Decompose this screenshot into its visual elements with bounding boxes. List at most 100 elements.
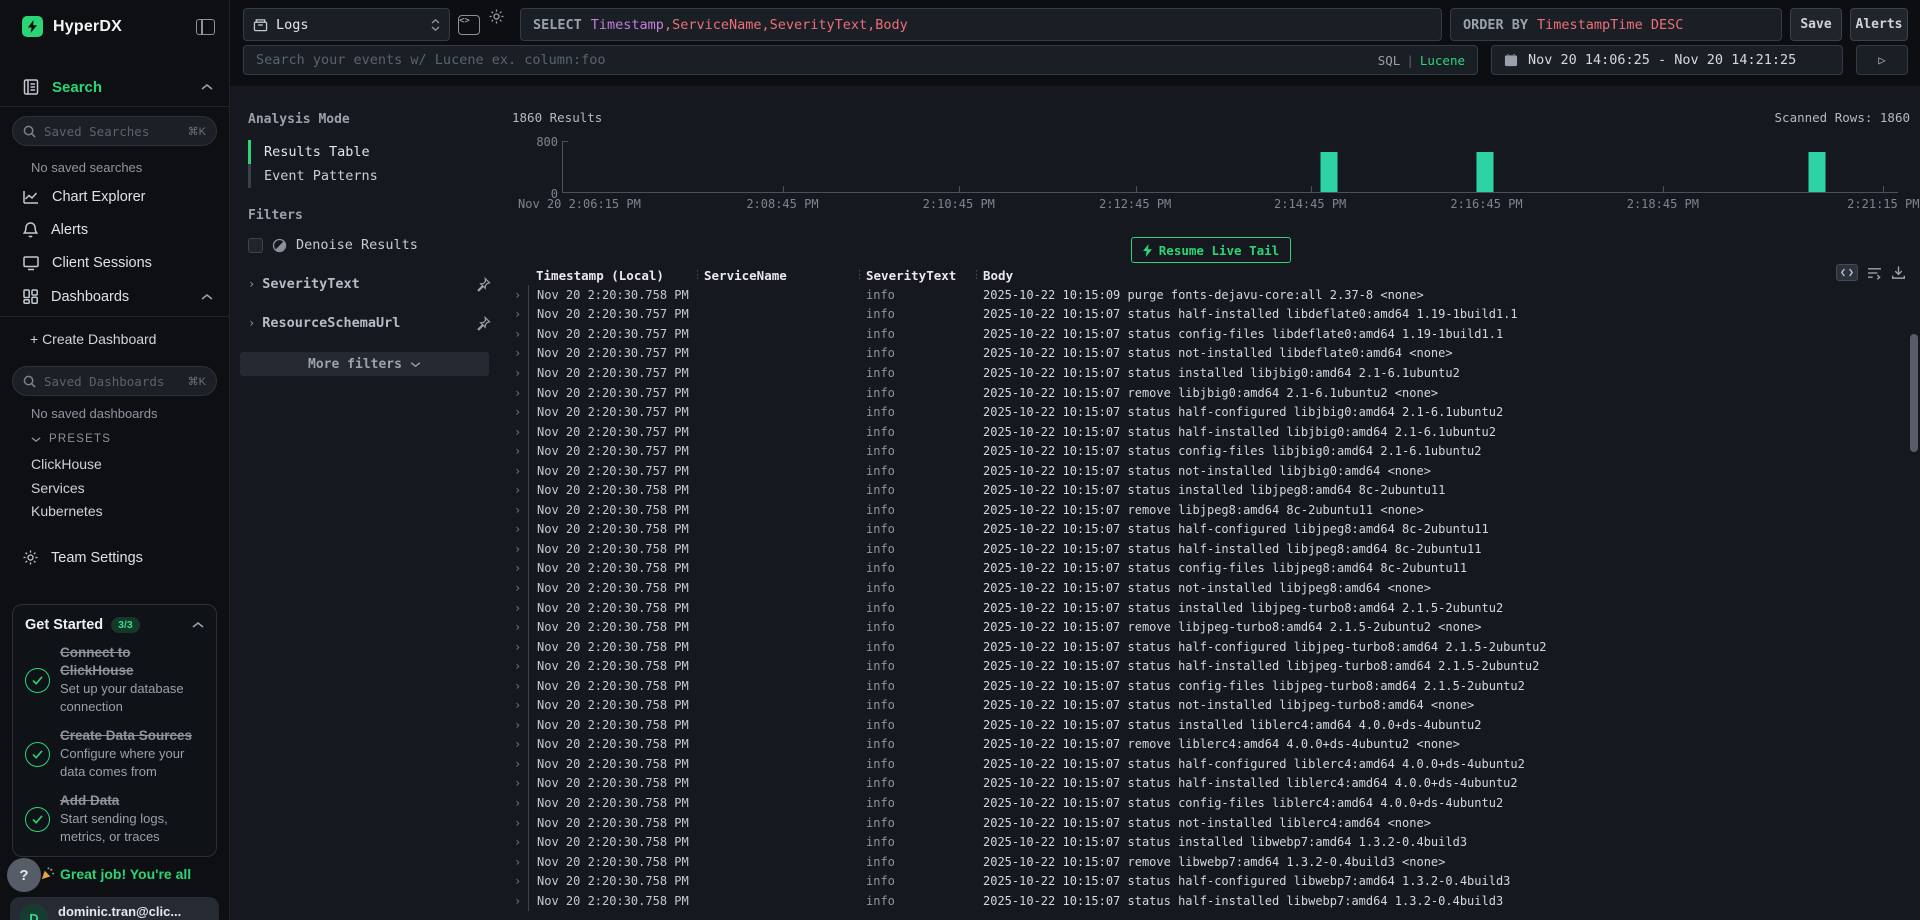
pin-icon[interactable] [476, 277, 491, 292]
table-row[interactable]: ›Nov 20 2:20:30.758 PMinfo2025-10-22 10:… [512, 813, 1910, 833]
row-expand-icon[interactable]: › [512, 679, 528, 693]
histogram-bar[interactable] [1321, 152, 1338, 192]
help-button[interactable]: ? [7, 858, 41, 892]
row-expand-icon[interactable]: › [512, 561, 528, 575]
table-row[interactable]: ›Nov 20 2:20:30.758 PMinfo2025-10-22 10:… [512, 891, 1910, 911]
more-filters-button[interactable]: More filters [240, 352, 489, 376]
histogram-bar[interactable] [1477, 152, 1494, 192]
user-menu[interactable]: D dominic.tran@clic... dominic.tran@clic… [10, 897, 219, 920]
preset-item-kubernetes[interactable]: Kubernetes [31, 500, 103, 524]
table-row[interactable]: ›Nov 20 2:20:30.758 PMinfo2025-10-22 10:… [512, 656, 1910, 676]
pin-icon[interactable] [476, 316, 491, 331]
event-search-input[interactable]: Search your events w/ Lucene ex. column:… [243, 45, 1478, 75]
chart-plot-area[interactable] [562, 141, 1898, 193]
table-row[interactable]: ›Nov 20 2:20:30.758 PMinfo2025-10-22 10:… [512, 871, 1910, 891]
row-expand-icon[interactable]: › [512, 503, 528, 517]
sidebar-collapse-icon[interactable] [196, 19, 215, 35]
preset-item-clickhouse[interactable]: ClickHouse [31, 453, 103, 477]
table-row[interactable]: ›Nov 20 2:20:30.757 PMinfo2025-10-22 10:… [512, 383, 1910, 403]
column-header-servicename[interactable]: ⋮ServiceName [698, 268, 860, 283]
table-row[interactable]: ›Nov 20 2:20:30.757 PMinfo2025-10-22 10:… [512, 363, 1910, 383]
table-row[interactable]: ›Nov 20 2:20:30.757 PMinfo2025-10-22 10:… [512, 422, 1910, 442]
download-icon[interactable] [1891, 265, 1906, 280]
row-expand-icon[interactable]: › [512, 796, 528, 810]
sql-editor-toggle-icon[interactable]: <> [458, 15, 480, 35]
table-row[interactable]: ›Nov 20 2:20:30.757 PMinfo2025-10-22 10:… [512, 402, 1910, 422]
sidebar-item-client-sessions[interactable]: Client Sessions [22, 254, 213, 271]
table-row[interactable]: ›Nov 20 2:20:30.758 PMinfo2025-10-22 10:… [512, 480, 1910, 500]
column-grip-icon[interactable]: ⋮ [692, 268, 703, 281]
sidebar-item-alerts[interactable]: Alerts [22, 221, 213, 239]
chevron-up-icon[interactable] [192, 621, 204, 629]
saved-dashboards-input[interactable]: Saved Dashboards ⌘K [12, 366, 217, 396]
chevron-up-icon[interactable] [201, 293, 213, 301]
table-row[interactable]: ›Nov 20 2:20:30.758 PMinfo2025-10-22 10:… [512, 754, 1910, 774]
sidebar-item-dashboards[interactable]: Dashboards [22, 288, 213, 305]
table-row[interactable]: ›Nov 20 2:20:30.758 PMinfo2025-10-22 10:… [512, 285, 1910, 305]
row-expand-icon[interactable]: › [512, 288, 528, 302]
row-expand-icon[interactable]: › [512, 366, 528, 380]
row-expand-icon[interactable]: › [512, 522, 528, 536]
row-expand-icon[interactable]: › [512, 835, 528, 849]
row-expand-icon[interactable]: › [512, 718, 528, 732]
row-expand-icon[interactable]: › [512, 386, 528, 400]
row-expand-icon[interactable]: › [512, 425, 528, 439]
presets-toggle[interactable]: PRESETS [31, 433, 111, 445]
row-expand-icon[interactable]: › [512, 737, 528, 751]
language-sql[interactable]: SQL [1378, 53, 1401, 68]
row-expand-icon[interactable]: › [512, 816, 528, 830]
save-button[interactable]: Save [1790, 8, 1842, 41]
sidebar-item-search[interactable]: Search [22, 78, 213, 96]
table-row[interactable]: ›Nov 20 2:20:30.758 PMinfo2025-10-22 10:… [512, 500, 1910, 520]
row-expand-icon[interactable]: › [512, 346, 528, 360]
get-started-step[interactable]: Connect to ClickHouseSet up your databas… [25, 644, 204, 716]
histogram-bar[interactable] [1808, 152, 1825, 192]
row-expand-icon[interactable]: › [512, 640, 528, 654]
alerts-button[interactable]: Alerts [1850, 8, 1908, 41]
table-row[interactable]: ›Nov 20 2:20:30.758 PMinfo2025-10-22 10:… [512, 598, 1910, 618]
table-row[interactable]: ›Nov 20 2:20:30.758 PMinfo2025-10-22 10:… [512, 695, 1910, 715]
denoise-checkbox[interactable] [248, 238, 263, 253]
chevron-up-icon[interactable] [201, 83, 213, 91]
row-expand-icon[interactable]: › [512, 874, 528, 888]
table-row[interactable]: ›Nov 20 2:20:30.758 PMinfo2025-10-22 10:… [512, 520, 1910, 540]
table-row[interactable]: ›Nov 20 2:20:30.758 PMinfo2025-10-22 10:… [512, 578, 1910, 598]
column-grip-icon[interactable]: ⋮ [971, 268, 982, 281]
table-row[interactable]: ›Nov 20 2:20:30.757 PMinfo2025-10-22 10:… [512, 344, 1910, 364]
sidebar-item-chart-explorer[interactable]: Chart Explorer [22, 188, 213, 206]
source-select[interactable]: Logs [243, 8, 450, 41]
source-settings-gear-icon[interactable] [488, 8, 512, 41]
get-started-step[interactable]: Create Data SourcesConfigure where your … [25, 727, 204, 781]
mode-results-table[interactable]: Results Table [248, 140, 491, 164]
row-expand-icon[interactable]: › [512, 659, 528, 673]
table-row[interactable]: ›Nov 20 2:20:30.757 PMinfo2025-10-22 10:… [512, 441, 1910, 461]
order-by-input[interactable]: ORDER BY TimestampTime DESC [1450, 8, 1782, 41]
get-started-step[interactable]: Add DataStart sending logs, metrics, or … [25, 792, 204, 846]
preset-item-services[interactable]: Services [31, 477, 103, 501]
column-header-severitytext[interactable]: ⋮SeverityText [860, 268, 977, 283]
table-row[interactable]: ›Nov 20 2:20:30.758 PMinfo2025-10-22 10:… [512, 852, 1910, 872]
filter-field-severitytext[interactable]: › SeverityText [248, 276, 491, 292]
column-header-timestamp[interactable]: Timestamp (Local) [528, 268, 698, 283]
table-row[interactable]: ›Nov 20 2:20:30.758 PMinfo2025-10-22 10:… [512, 676, 1910, 696]
query-language-toggle[interactable]: SQL|Lucene [1378, 53, 1465, 68]
table-row[interactable]: ›Nov 20 2:20:30.758 PMinfo2025-10-22 10:… [512, 793, 1910, 813]
run-query-button[interactable]: ▷ [1856, 45, 1908, 75]
filter-field-resourceschemaurl[interactable]: › ResourceSchemaUrl [248, 315, 491, 331]
table-row[interactable]: ›Nov 20 2:20:30.757 PMinfo2025-10-22 10:… [512, 305, 1910, 325]
row-expand-icon[interactable]: › [512, 894, 528, 908]
row-expand-icon[interactable]: › [512, 464, 528, 478]
row-expand-icon[interactable]: › [512, 581, 528, 595]
table-row[interactable]: ›Nov 20 2:20:30.758 PMinfo2025-10-22 10:… [512, 539, 1910, 559]
saved-searches-input[interactable]: Saved Searches ⌘K [12, 116, 217, 146]
row-expand-icon[interactable]: › [512, 483, 528, 497]
table-row[interactable]: ›Nov 20 2:20:30.758 PMinfo2025-10-22 10:… [512, 637, 1910, 657]
column-header-body[interactable]: ⋮Body [977, 268, 1910, 283]
mode-event-patterns[interactable]: Event Patterns [248, 164, 491, 188]
table-row[interactable]: ›Nov 20 2:20:30.758 PMinfo2025-10-22 10:… [512, 735, 1910, 755]
row-expand-icon[interactable]: › [512, 601, 528, 615]
sidebar-item-team-settings[interactable]: Team Settings [22, 549, 213, 566]
wrap-lines-icon[interactable] [1867, 266, 1882, 280]
row-expand-icon[interactable]: › [512, 405, 528, 419]
row-expand-icon[interactable]: › [512, 444, 528, 458]
